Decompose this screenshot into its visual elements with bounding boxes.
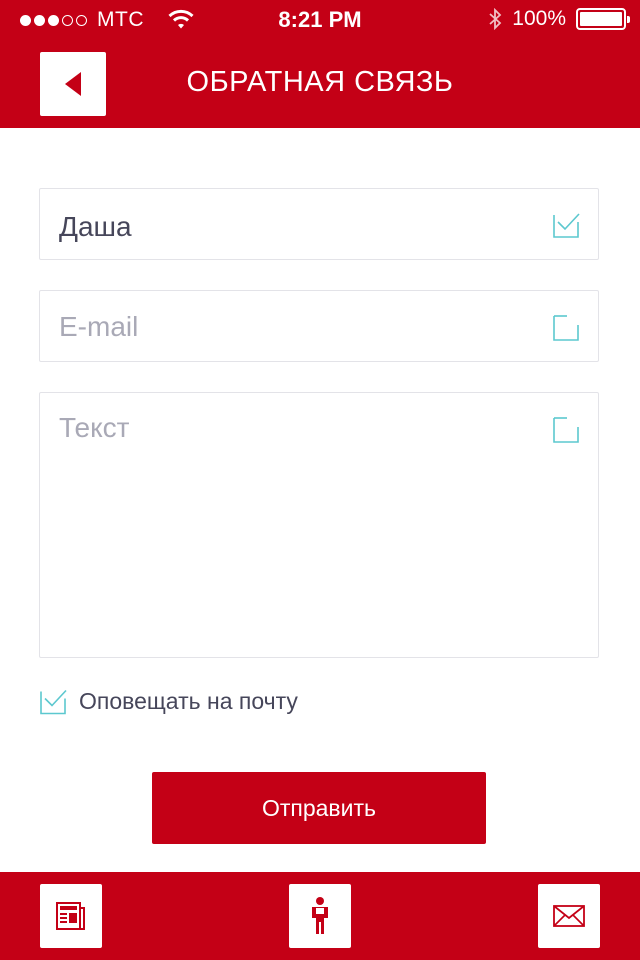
header: МТС 8:21 PM 100% ОБРАТНАЯ СВЯЗЬ xyxy=(0,0,640,128)
battery-percent: 100% xyxy=(512,7,566,30)
status-right: 100% xyxy=(488,7,630,31)
name-input[interactable] xyxy=(59,209,539,245)
checkbox-checked-icon xyxy=(553,213,580,238)
name-field xyxy=(39,188,599,260)
message-textarea[interactable] xyxy=(59,411,539,631)
email-input[interactable] xyxy=(59,309,539,345)
tab-news[interactable] xyxy=(40,884,102,948)
checkbox-empty-icon xyxy=(553,417,579,443)
tab-mail[interactable] xyxy=(538,884,600,948)
message-field xyxy=(39,392,599,658)
page-title: ОБРАТНАЯ СВЯЗЬ xyxy=(186,66,454,98)
bluetooth-icon xyxy=(489,8,502,30)
submit-button[interactable]: Отправить xyxy=(152,772,486,844)
news-icon xyxy=(56,902,85,930)
tab-profile[interactable] xyxy=(289,884,351,948)
notify-label: Оповещать на почту xyxy=(79,688,298,714)
status-bar: МТС 8:21 PM 100% xyxy=(0,0,640,40)
battery-icon xyxy=(576,8,630,30)
mail-icon xyxy=(553,905,585,927)
checkbox-checked-icon xyxy=(40,689,67,715)
notify-checkbox[interactable]: Оповещать на почту xyxy=(40,688,298,715)
tab-bar xyxy=(0,872,640,960)
checkbox-empty-icon xyxy=(553,315,579,341)
profile-icon xyxy=(312,897,328,934)
email-field xyxy=(39,290,599,362)
